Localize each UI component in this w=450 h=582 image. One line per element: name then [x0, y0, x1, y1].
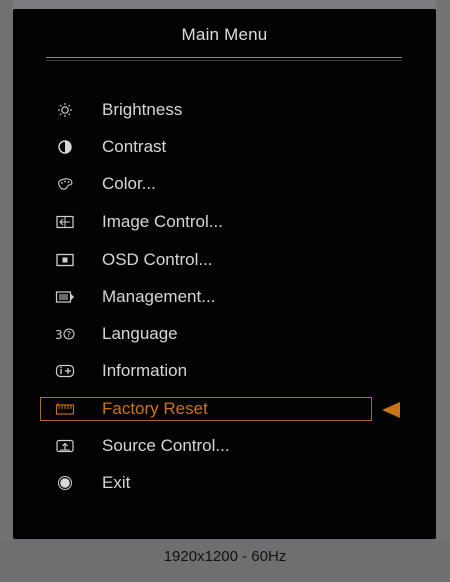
resolution-status: 1920x1200 - 60Hz	[163, 548, 287, 565]
menu-item-label: Factory Reset	[102, 399, 208, 418]
menu-item-management[interactable]: Management...	[41, 286, 371, 308]
selection-arrow-icon	[382, 402, 400, 418]
menu-item-label: Image Control...	[102, 212, 223, 231]
factory-reset-icon	[55, 401, 75, 417]
svg-text:3: 3	[55, 328, 63, 342]
menu-item-factory-reset[interactable]: Factory Reset	[40, 397, 372, 421]
menu-item-label: Language	[102, 324, 178, 343]
menu-item-language[interactable]: 3 ? Language	[41, 323, 371, 345]
image-control-icon	[55, 214, 75, 230]
menu-item-label: Management...	[102, 287, 216, 306]
menu-item-label: Information	[102, 361, 188, 380]
menu-item-information[interactable]: Information	[41, 360, 371, 382]
brightness-icon	[55, 102, 75, 118]
menu-item-label: Contrast	[102, 137, 167, 156]
contrast-icon	[55, 139, 75, 155]
title-divider	[46, 57, 402, 58]
monitor-bezel-right	[436, 0, 450, 540]
color-palette-icon	[55, 176, 75, 192]
management-icon	[55, 289, 75, 305]
exit-icon	[55, 475, 75, 491]
menu-item-label: Color...	[102, 174, 156, 193]
menu-item-label: Exit	[102, 473, 131, 492]
menu-item-osd-control[interactable]: OSD Control...	[41, 249, 371, 271]
menu-item-label: OSD Control...	[102, 250, 213, 269]
menu-title: Main Menu	[181, 25, 268, 44]
menu-item-brightness[interactable]: Brightness	[41, 99, 371, 121]
monitor-bezel-left	[0, 0, 13, 540]
menu-item-exit[interactable]: Exit	[41, 472, 371, 494]
language-icon: 3 ?	[55, 326, 75, 342]
information-icon	[55, 363, 75, 379]
osd-control-icon	[55, 252, 75, 268]
menu-item-image-control[interactable]: Image Control...	[41, 211, 371, 233]
menu-item-color[interactable]: Color...	[41, 173, 371, 195]
svg-text:?: ?	[67, 331, 72, 341]
menu-item-source-control[interactable]: Source Control...	[41, 435, 371, 457]
title-divider-shadow	[46, 60, 402, 61]
menu-item-contrast[interactable]: Contrast	[41, 136, 371, 158]
menu-item-label: Source Control...	[102, 436, 230, 455]
osd-screen: Main Menu Brightness Contrast Color... I…	[13, 9, 436, 539]
menu-item-label: Brightness	[102, 100, 183, 119]
source-control-icon	[55, 438, 75, 454]
